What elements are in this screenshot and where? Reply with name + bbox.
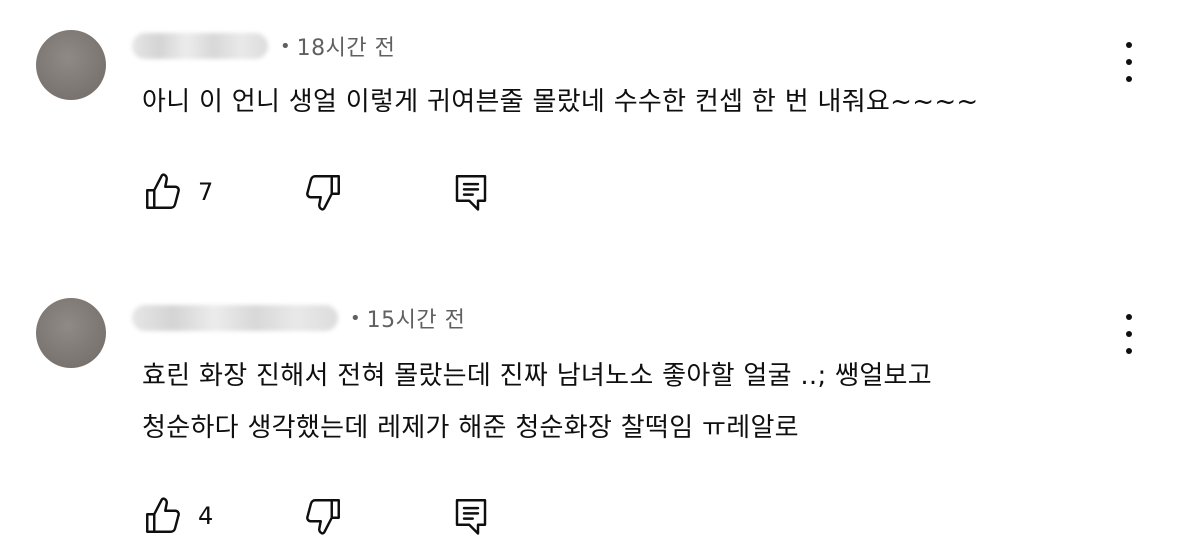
thumbs-up-icon <box>142 171 184 213</box>
like-button[interactable]: 4 <box>142 492 213 540</box>
reply-button[interactable] <box>450 492 492 540</box>
like-count: 7 <box>198 178 214 206</box>
comment-actions: 4 <box>142 492 542 540</box>
avatar[interactable] <box>36 298 106 368</box>
comment-text-line: 아니 이 언니 생얼 이렇게 귀여븐줄 몰랐네 수수한 컨셉 한 번 내줘요~~… <box>142 87 979 117</box>
dislike-button[interactable] <box>302 492 344 540</box>
more-vertical-icon[interactable] <box>1114 312 1144 356</box>
dislike-button[interactable] <box>302 168 344 216</box>
thumbs-down-icon <box>302 171 344 213</box>
reply-button[interactable] <box>450 168 492 216</box>
comment-thread-item: • 18시간 전 아니 이 언니 생얼 이렇게 귀여븐줄 몰랐네 수수한 컨셉 … <box>0 0 1200 270</box>
more-vertical-icon[interactable] <box>1114 40 1144 84</box>
comment-text: 아니 이 언니 생얼 이렇게 귀여븐줄 몰랐네 수수한 컨셉 한 번 내줘요~~… <box>142 76 979 128</box>
comment-thread-item: • 15시간 전 효린 화장 진해서 전혀 몰랐는데 진짜 남녀노소 좋아할 얼… <box>0 270 1200 558</box>
comment-actions: 7 <box>142 168 542 216</box>
avatar[interactable] <box>36 30 106 100</box>
comment-text: 효린 화장 진해서 전혀 몰랐는데 진짜 남녀노소 좋아할 얼굴 ..; 쌩얼보… <box>142 350 932 454</box>
comment-timestamp[interactable]: 18시간 전 <box>297 30 396 62</box>
like-count: 4 <box>198 502 214 530</box>
comment-timestamp[interactable]: 15시간 전 <box>367 302 466 334</box>
author-name-redacted[interactable] <box>132 33 268 59</box>
comment-text-line: 청순하다 생각했는데 레제가 해준 청순화장 찰떡임 ㅠ레알로 <box>142 413 799 443</box>
reply-comment-icon <box>450 495 492 537</box>
comment-text-line: 효린 화장 진해서 전혀 몰랐는데 진짜 남녀노소 좋아할 얼굴 ..; 쌩얼보… <box>142 361 932 391</box>
comment-header: • 18시간 전 <box>132 30 395 62</box>
thumbs-down-icon <box>302 495 344 537</box>
comment-header: • 15시간 전 <box>132 302 465 334</box>
thumbs-up-icon <box>142 495 184 537</box>
separator-dot: • <box>350 307 361 329</box>
author-name-redacted[interactable] <box>132 305 338 331</box>
reply-comment-icon <box>450 171 492 213</box>
separator-dot: • <box>280 35 291 57</box>
like-button[interactable]: 7 <box>142 168 213 216</box>
